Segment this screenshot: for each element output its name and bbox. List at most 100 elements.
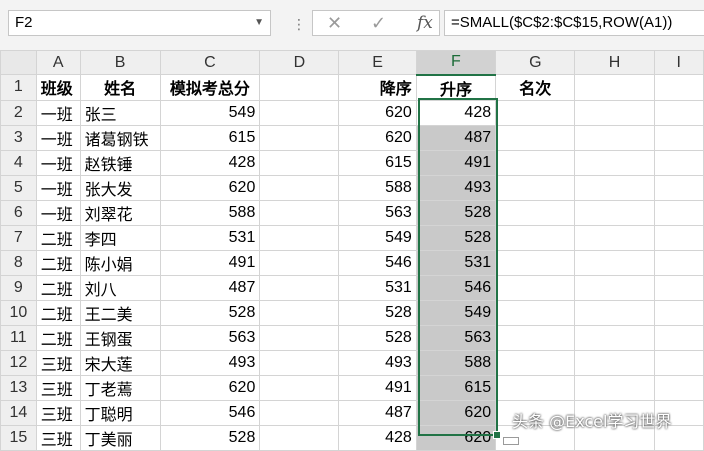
cell-desc[interactable]: 549 [338, 224, 417, 251]
row-header[interactable]: 6 [0, 199, 37, 226]
row-header[interactable]: 8 [0, 249, 37, 276]
cell-class[interactable]: 二班 [35, 324, 81, 351]
column-header-a[interactable]: A [35, 50, 81, 75]
column-header-f[interactable]: F [415, 50, 497, 76]
cell-class[interactable]: 二班 [35, 274, 81, 301]
cell-score[interactable]: 563 [159, 324, 261, 351]
cell[interactable] [574, 299, 655, 326]
column-header-c[interactable]: C [159, 50, 261, 75]
cell-class[interactable]: 一班 [35, 174, 81, 201]
cell[interactable] [574, 99, 655, 126]
cancel-icon[interactable]: ✕ [327, 13, 342, 34]
row-header[interactable]: 15 [0, 424, 37, 451]
cell-desc[interactable]: 563 [338, 199, 417, 226]
cell[interactable] [259, 124, 340, 151]
row-header[interactable]: 10 [0, 299, 37, 326]
cell[interactable] [653, 249, 704, 276]
cell[interactable] [259, 224, 340, 251]
cell-desc[interactable]: 487 [338, 399, 417, 426]
insert-function-icon[interactable]: fx [417, 13, 433, 33]
cell-class[interactable]: 三班 [35, 399, 81, 426]
cell-name[interactable]: 刘八 [79, 274, 161, 301]
cell[interactable] [653, 349, 704, 376]
cell-asc[interactable]: 546 [415, 274, 497, 301]
cell-asc[interactable]: 615 [415, 374, 497, 401]
cell[interactable] [653, 149, 704, 176]
cell-score[interactable]: 528 [159, 299, 261, 326]
cell[interactable] [495, 99, 576, 126]
cell[interactable] [259, 199, 340, 226]
cell[interactable] [574, 74, 655, 101]
cell[interactable] [259, 424, 340, 451]
cell[interactable] [495, 149, 576, 176]
cell-asc[interactable]: 528 [415, 224, 497, 251]
cell[interactable] [495, 299, 576, 326]
column-header-h[interactable]: H [574, 50, 655, 75]
cell-score[interactable]: 588 [159, 199, 261, 226]
cell-name[interactable]: 王二美 [79, 299, 161, 326]
cell-name[interactable]: 诸葛钢铁 [79, 124, 161, 151]
cell[interactable] [495, 199, 576, 226]
cell[interactable] [653, 74, 704, 101]
cell-asc[interactable]: 487 [415, 124, 497, 151]
cell[interactable] [574, 274, 655, 301]
header-cell-score[interactable]: 模拟考总分 [159, 74, 261, 101]
cell[interactable] [259, 149, 340, 176]
cell-asc[interactable]: 528 [415, 199, 497, 226]
cell-desc[interactable]: 546 [338, 249, 417, 276]
cell[interactable] [495, 374, 576, 401]
cell-desc[interactable]: 493 [338, 349, 417, 376]
cell-class[interactable]: 一班 [35, 199, 81, 226]
cell-name[interactable]: 丁聪明 [79, 399, 161, 426]
more-icon[interactable]: ⋮ [292, 17, 307, 33]
cell[interactable] [495, 174, 576, 201]
cell-asc[interactable]: 620 [415, 399, 497, 426]
cell-asc[interactable]: 588 [415, 349, 497, 376]
cell-desc[interactable]: 615 [338, 149, 417, 176]
cell[interactable] [574, 224, 655, 251]
cell-asc[interactable]: 491 [415, 149, 497, 176]
cell-class[interactable]: 三班 [35, 374, 81, 401]
cell[interactable] [653, 124, 704, 151]
cell[interactable] [653, 374, 704, 401]
cell-name[interactable]: 李四 [79, 224, 161, 251]
row-header[interactable]: 7 [0, 224, 37, 251]
cell[interactable] [495, 249, 576, 276]
row-header[interactable]: 3 [0, 124, 37, 151]
column-header-g[interactable]: G [495, 50, 576, 75]
cell-desc[interactable]: 620 [338, 124, 417, 151]
cell[interactable] [574, 149, 655, 176]
cell-name[interactable]: 刘翠花 [79, 199, 161, 226]
row-header[interactable]: 12 [0, 349, 37, 376]
cell[interactable] [259, 99, 340, 126]
cell-name[interactable]: 陈小娟 [79, 249, 161, 276]
formula-input[interactable]: =SMALL($C$2:$C$15,ROW(A1)) [444, 10, 704, 36]
cell[interactable] [259, 249, 340, 276]
cell-class[interactable]: 一班 [35, 124, 81, 151]
cell-score[interactable]: 491 [159, 249, 261, 276]
select-all-corner[interactable] [0, 50, 37, 75]
cell-class[interactable]: 三班 [35, 349, 81, 376]
row-header[interactable]: 14 [0, 399, 37, 426]
cell[interactable] [653, 324, 704, 351]
cell-desc[interactable]: 620 [338, 99, 417, 126]
row-header[interactable]: 4 [0, 149, 37, 176]
header-cell-class[interactable]: 班级 [35, 74, 81, 101]
column-header-e[interactable]: E [338, 50, 417, 75]
cell-desc[interactable]: 491 [338, 374, 417, 401]
fill-handle[interactable] [493, 431, 501, 439]
cell-name[interactable]: 宋大莲 [79, 349, 161, 376]
cell-class[interactable]: 二班 [35, 224, 81, 251]
cell-asc[interactable]: 493 [415, 174, 497, 201]
cell[interactable] [259, 374, 340, 401]
header-cell-rank[interactable]: 名次 [495, 74, 576, 101]
column-header-i[interactable]: I [653, 50, 704, 75]
cell-desc[interactable]: 588 [338, 174, 417, 201]
row-header[interactable]: 1 [0, 74, 37, 101]
header-cell-desc[interactable]: 降序 [338, 74, 417, 101]
header-cell-name[interactable]: 姓名 [79, 74, 161, 101]
header-cell-asc[interactable]: 升序 [415, 74, 497, 101]
column-header-b[interactable]: B [79, 50, 161, 75]
cell-name[interactable]: 张大发 [79, 174, 161, 201]
cell-name[interactable]: 王钢蛋 [79, 324, 161, 351]
